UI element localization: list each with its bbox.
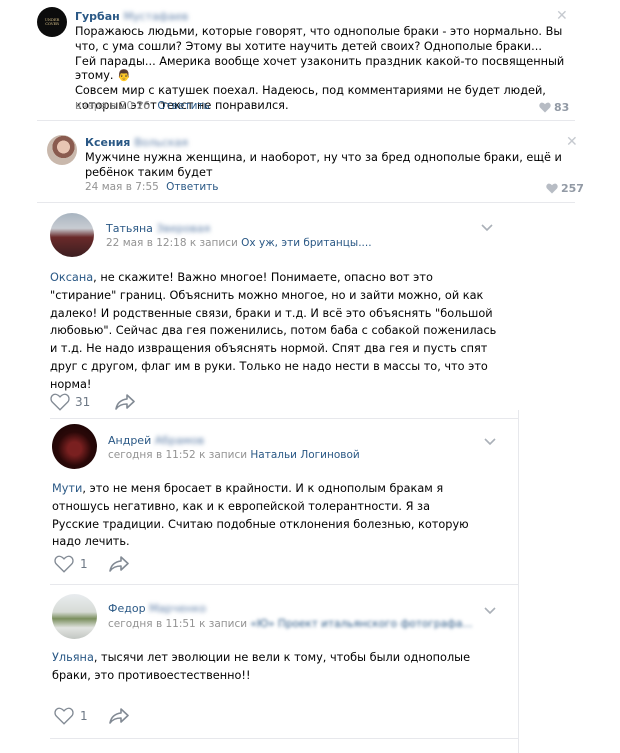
heart-icon xyxy=(546,183,558,194)
addressee-link[interactable]: Мути xyxy=(52,482,82,495)
share-button[interactable] xyxy=(114,393,136,415)
avatar[interactable]: UNDER COVER xyxy=(37,7,67,37)
addressee-link[interactable]: Оксана xyxy=(50,271,93,284)
likes-count: 83 xyxy=(554,101,570,114)
chevron-down-icon[interactable] xyxy=(481,221,493,235)
likes-count: 1 xyxy=(80,557,88,571)
author-name[interactable]: Федор Марченко xyxy=(108,602,206,615)
close-icon[interactable]: ✕ xyxy=(566,135,578,149)
likes-count: 31 xyxy=(75,395,91,409)
avatar[interactable] xyxy=(52,594,97,639)
comment-meta: сегодня в 11:51 к записи «Ю» Проект итал… xyxy=(108,618,473,630)
like-button[interactable]: 257 xyxy=(546,182,584,195)
share-icon xyxy=(109,708,129,724)
comment-meta: 22 мая в 12:18 к записи Ох уж, эти брита… xyxy=(106,237,372,249)
reply-button[interactable]: Ответить xyxy=(157,100,209,112)
comment-date[interactable]: 24 мая в 7:55 xyxy=(85,181,159,193)
share-button[interactable] xyxy=(108,555,130,577)
heart-icon xyxy=(50,393,70,411)
like-button[interactable] xyxy=(54,555,74,577)
author-name[interactable]: Гурбан Мустафаев xyxy=(75,10,188,23)
author-name[interactable]: Андрей Абрамов xyxy=(108,434,204,447)
avatar[interactable] xyxy=(52,424,97,469)
share-button[interactable] xyxy=(108,707,130,729)
comment-meta: вчера в 20:26 Ответить xyxy=(75,100,210,112)
like-button[interactable]: 83 xyxy=(539,101,569,114)
post-link[interactable]: Ох уж, эти британцы.... xyxy=(241,237,371,249)
comment-text: Мути, это не меня бросает в крайности. И… xyxy=(52,482,469,549)
comment-meta: 24 мая в 7:55 Ответить xyxy=(85,181,218,193)
share-icon xyxy=(115,394,135,410)
man-emoji-icon: 👨 xyxy=(117,69,131,83)
avatar[interactable] xyxy=(50,213,94,257)
comment-text: Мужчине нужна женщина, и наоборот, ну чт… xyxy=(85,151,562,179)
like-button[interactable] xyxy=(50,393,70,415)
avatar-text: UNDER COVER xyxy=(44,18,60,26)
comment-text: Ульяна, тысячи лет эволюции не вели к то… xyxy=(52,651,471,682)
avatar[interactable] xyxy=(47,135,77,165)
comment-text: Оксана, не скажите! Важно многое! Понима… xyxy=(50,271,497,391)
comment-meta: сегодня в 11:52 к записи Натальи Логинов… xyxy=(108,449,360,461)
addressee-link[interactable]: Ульяна xyxy=(52,651,94,664)
heart-icon xyxy=(54,555,74,573)
author-name[interactable]: Ксения Вольская xyxy=(85,136,188,149)
author-name[interactable]: Татьяна Зверовая xyxy=(106,222,210,235)
reply-button[interactable]: Ответить xyxy=(166,181,218,193)
likes-count: 257 xyxy=(561,182,584,195)
close-icon[interactable]: ✕ xyxy=(556,9,568,23)
chevron-down-icon[interactable] xyxy=(484,604,496,618)
post-link[interactable]: «Ю» Проект итальянского фотографа... xyxy=(250,618,472,630)
heart-icon xyxy=(539,102,551,113)
chevron-down-icon[interactable] xyxy=(484,435,496,449)
like-button[interactable] xyxy=(54,707,74,729)
post-link[interactable]: Натальи Логиновой xyxy=(250,449,359,461)
comment-date[interactable]: вчера в 20:26 xyxy=(75,100,150,112)
heart-icon xyxy=(54,707,74,725)
likes-count: 1 xyxy=(80,709,88,723)
share-icon xyxy=(109,556,129,572)
